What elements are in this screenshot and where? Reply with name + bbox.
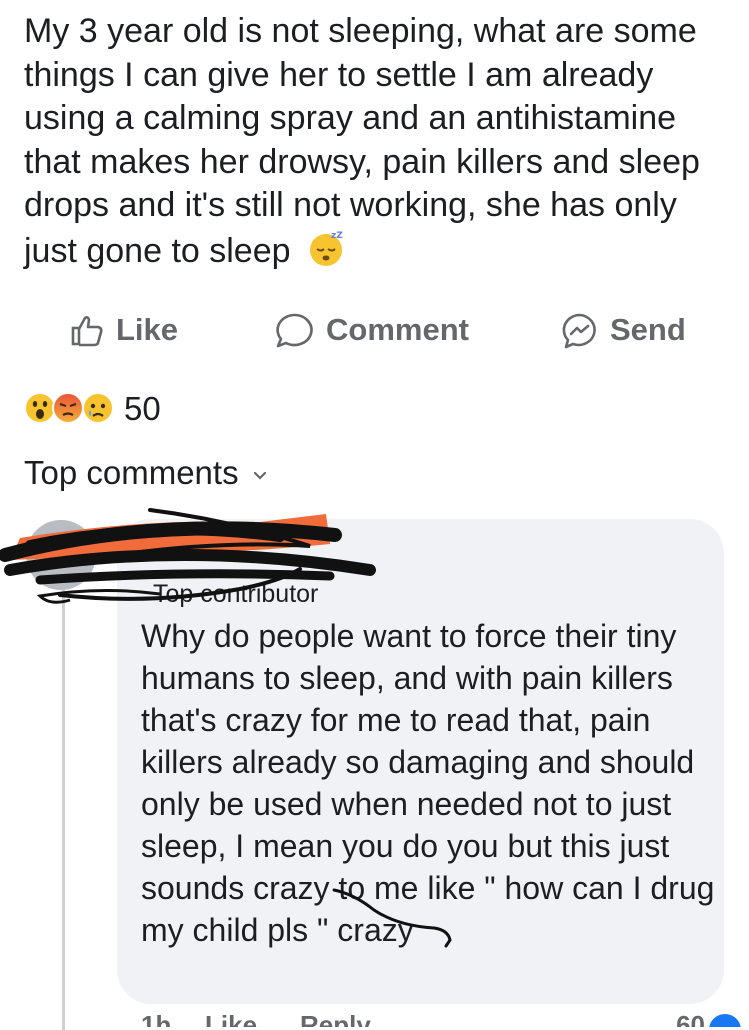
- thumbs-up-icon: [71, 316, 103, 347]
- comment-reaction-count: 60: [676, 1010, 705, 1027]
- send-button[interactable]: Send: [560, 305, 686, 355]
- pen-squiggle: [332, 888, 452, 948]
- like-button[interactable]: Like: [68, 305, 178, 355]
- chevron-down-icon: [253, 471, 266, 480]
- comment-footer: 1h Like Reply 60: [0, 1010, 749, 1027]
- comment-like-button[interactable]: Like: [205, 1010, 257, 1027]
- comments-sort-label: Top comments: [24, 454, 239, 491]
- send-label: Send: [610, 312, 686, 347]
- reaction-icons: [24, 390, 120, 428]
- sad-reaction-icon: [82, 392, 114, 424]
- post-text: My 3 year old is not sleeping, what are …: [24, 12, 700, 270]
- reaction-summary[interactable]: 50: [24, 388, 161, 430]
- like-reaction-icon: [707, 1012, 743, 1027]
- messenger-icon: [562, 313, 596, 349]
- sleeping-face-emoji-icon: zZ: [306, 228, 346, 268]
- comments-sort-dropdown[interactable]: Top comments: [24, 454, 267, 492]
- comment-label: Comment: [326, 312, 469, 347]
- redaction-scribble: [0, 508, 376, 604]
- angry-reaction-icon: [52, 392, 84, 424]
- comment-bubble-icon: [276, 313, 313, 348]
- like-label: Like: [116, 312, 179, 347]
- post-body: My 3 year old is not sleeping, what are …: [24, 10, 724, 274]
- comment-button[interactable]: Comment: [274, 305, 469, 355]
- reaction-count: 50: [124, 390, 161, 427]
- thread-line: [62, 560, 65, 1030]
- comment-reply-button[interactable]: Reply: [300, 1010, 371, 1027]
- svg-text:zZ: zZ: [331, 231, 343, 241]
- comment-time: 1h: [141, 1010, 172, 1027]
- post-action-bar: Like Comment Send: [0, 305, 749, 355]
